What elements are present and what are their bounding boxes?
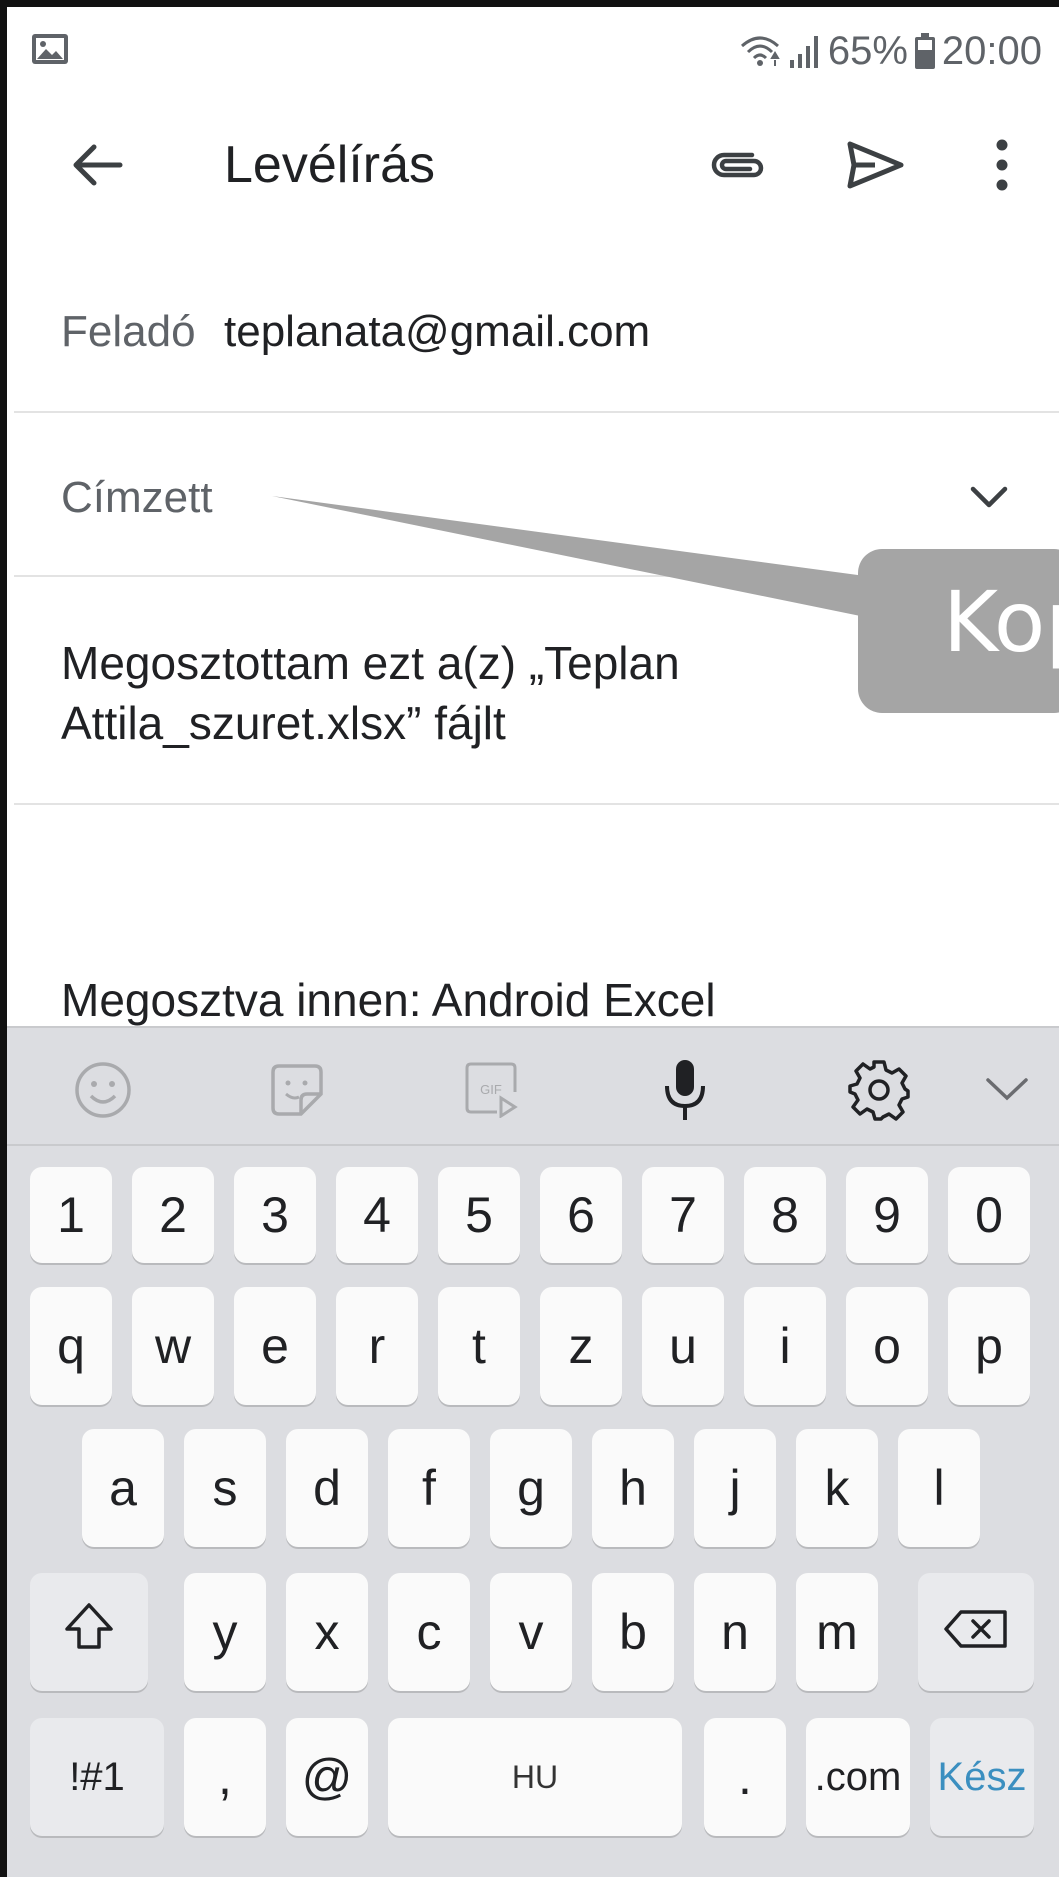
key-b[interactable]: b — [592, 1573, 674, 1691]
gif-icon[interactable]: GIF — [459, 1058, 523, 1122]
back-button[interactable] — [57, 129, 137, 205]
expand-recipients-button[interactable] — [959, 469, 1019, 529]
key-z[interactable]: z — [540, 1287, 622, 1405]
period-key[interactable]: . — [704, 1718, 786, 1836]
key-a[interactable]: a — [82, 1429, 164, 1547]
symbols-key[interactable]: !#1 — [30, 1718, 164, 1836]
gif-label: GIF — [480, 1082, 502, 1097]
callout-text: Kop — [943, 573, 1059, 671]
key-c[interactable]: c — [388, 1573, 470, 1691]
key-m[interactable]: m — [796, 1573, 878, 1691]
key-6[interactable]: 6 — [540, 1167, 622, 1263]
key-v[interactable]: v — [490, 1573, 572, 1691]
app-bar: Levélírás — [7, 107, 1059, 227]
key-s[interactable]: s — [184, 1429, 266, 1547]
key-u[interactable]: u — [642, 1287, 724, 1405]
key-3[interactable]: 3 — [234, 1167, 316, 1263]
to-label: Címzett — [61, 473, 213, 522]
key-2[interactable]: 2 — [132, 1167, 214, 1263]
done-key[interactable]: Kész — [930, 1718, 1034, 1836]
subject-text: Megosztottam ezt a(z) „Teplan Attila_szu… — [61, 637, 680, 749]
key-w[interactable]: w — [132, 1287, 214, 1405]
key-l[interactable]: l — [898, 1429, 980, 1547]
send-icon — [845, 139, 905, 196]
key-5[interactable]: 5 — [438, 1167, 520, 1263]
keyboard-toolbar: GIF — [7, 1026, 1059, 1146]
signal-icon — [788, 32, 822, 70]
key-f[interactable]: f — [388, 1429, 470, 1547]
more-vert-icon — [995, 139, 1009, 196]
battery-icon — [914, 32, 936, 70]
callout-box: Kop — [858, 549, 1059, 713]
key-q[interactable]: q — [30, 1287, 112, 1405]
sticker-icon[interactable] — [265, 1058, 329, 1122]
gallery-icon — [31, 33, 69, 65]
key-x[interactable]: x — [286, 1573, 368, 1691]
comma-key[interactable]: , — [184, 1718, 266, 1836]
clock: 20:00 — [941, 28, 1042, 73]
from-value: teplanata@gmail.com — [224, 307, 651, 356]
key-i[interactable]: i — [744, 1287, 826, 1405]
key-j[interactable]: j — [694, 1429, 776, 1547]
keyboard: GIF 1 2 3 4 5 6 7 8 9 0 q w e r t z u i … — [7, 1026, 1059, 1877]
wifi-icon — [738, 32, 782, 70]
back-arrow-icon — [70, 141, 124, 194]
key-1[interactable]: 1 — [30, 1167, 112, 1263]
key-n[interactable]: n — [694, 1573, 776, 1691]
backspace-icon — [943, 1603, 1009, 1661]
collapse-icon[interactable] — [975, 1058, 1039, 1122]
key-h[interactable]: h — [592, 1429, 674, 1547]
emoji-icon[interactable] — [71, 1058, 135, 1122]
space-key[interactable]: HU — [388, 1718, 682, 1836]
attach-button[interactable] — [697, 129, 777, 205]
shift-key[interactable] — [30, 1573, 148, 1691]
key-e[interactable]: e — [234, 1287, 316, 1405]
key-t[interactable]: t — [438, 1287, 520, 1405]
key-0[interactable]: 0 — [948, 1167, 1030, 1263]
microphone-icon[interactable] — [653, 1058, 717, 1122]
shift-icon — [63, 1601, 115, 1663]
backspace-key[interactable] — [918, 1573, 1034, 1691]
key-7[interactable]: 7 — [642, 1167, 724, 1263]
key-y[interactable]: y — [184, 1573, 266, 1691]
key-k[interactable]: k — [796, 1429, 878, 1547]
dotcom-key[interactable]: .com — [806, 1718, 910, 1836]
key-r[interactable]: r — [336, 1287, 418, 1405]
key-o[interactable]: o — [846, 1287, 928, 1405]
from-label: Feladó — [61, 307, 196, 356]
key-p[interactable]: p — [948, 1287, 1030, 1405]
status-indicators: 65% 20:00 — [738, 23, 1042, 79]
more-options-button[interactable] — [967, 129, 1037, 205]
status-bar: 65% 20:00 — [7, 7, 1059, 97]
at-key[interactable]: @ — [286, 1718, 368, 1836]
from-field[interactable]: Feladó teplanata@gmail.com — [14, 247, 1059, 413]
chevron-down-icon — [969, 485, 1009, 514]
key-d[interactable]: d — [286, 1429, 368, 1547]
send-button[interactable] — [835, 129, 915, 205]
key-g[interactable]: g — [490, 1429, 572, 1547]
body-text[interactable]: Megosztva innen: Android Excel — [61, 973, 716, 1027]
page-title: Levélírás — [224, 136, 435, 194]
key-8[interactable]: 8 — [744, 1167, 826, 1263]
settings-icon[interactable] — [847, 1058, 911, 1122]
key-4[interactable]: 4 — [336, 1167, 418, 1263]
battery-text: 65% — [827, 28, 908, 73]
key-9[interactable]: 9 — [846, 1167, 928, 1263]
paperclip-icon — [706, 145, 768, 190]
